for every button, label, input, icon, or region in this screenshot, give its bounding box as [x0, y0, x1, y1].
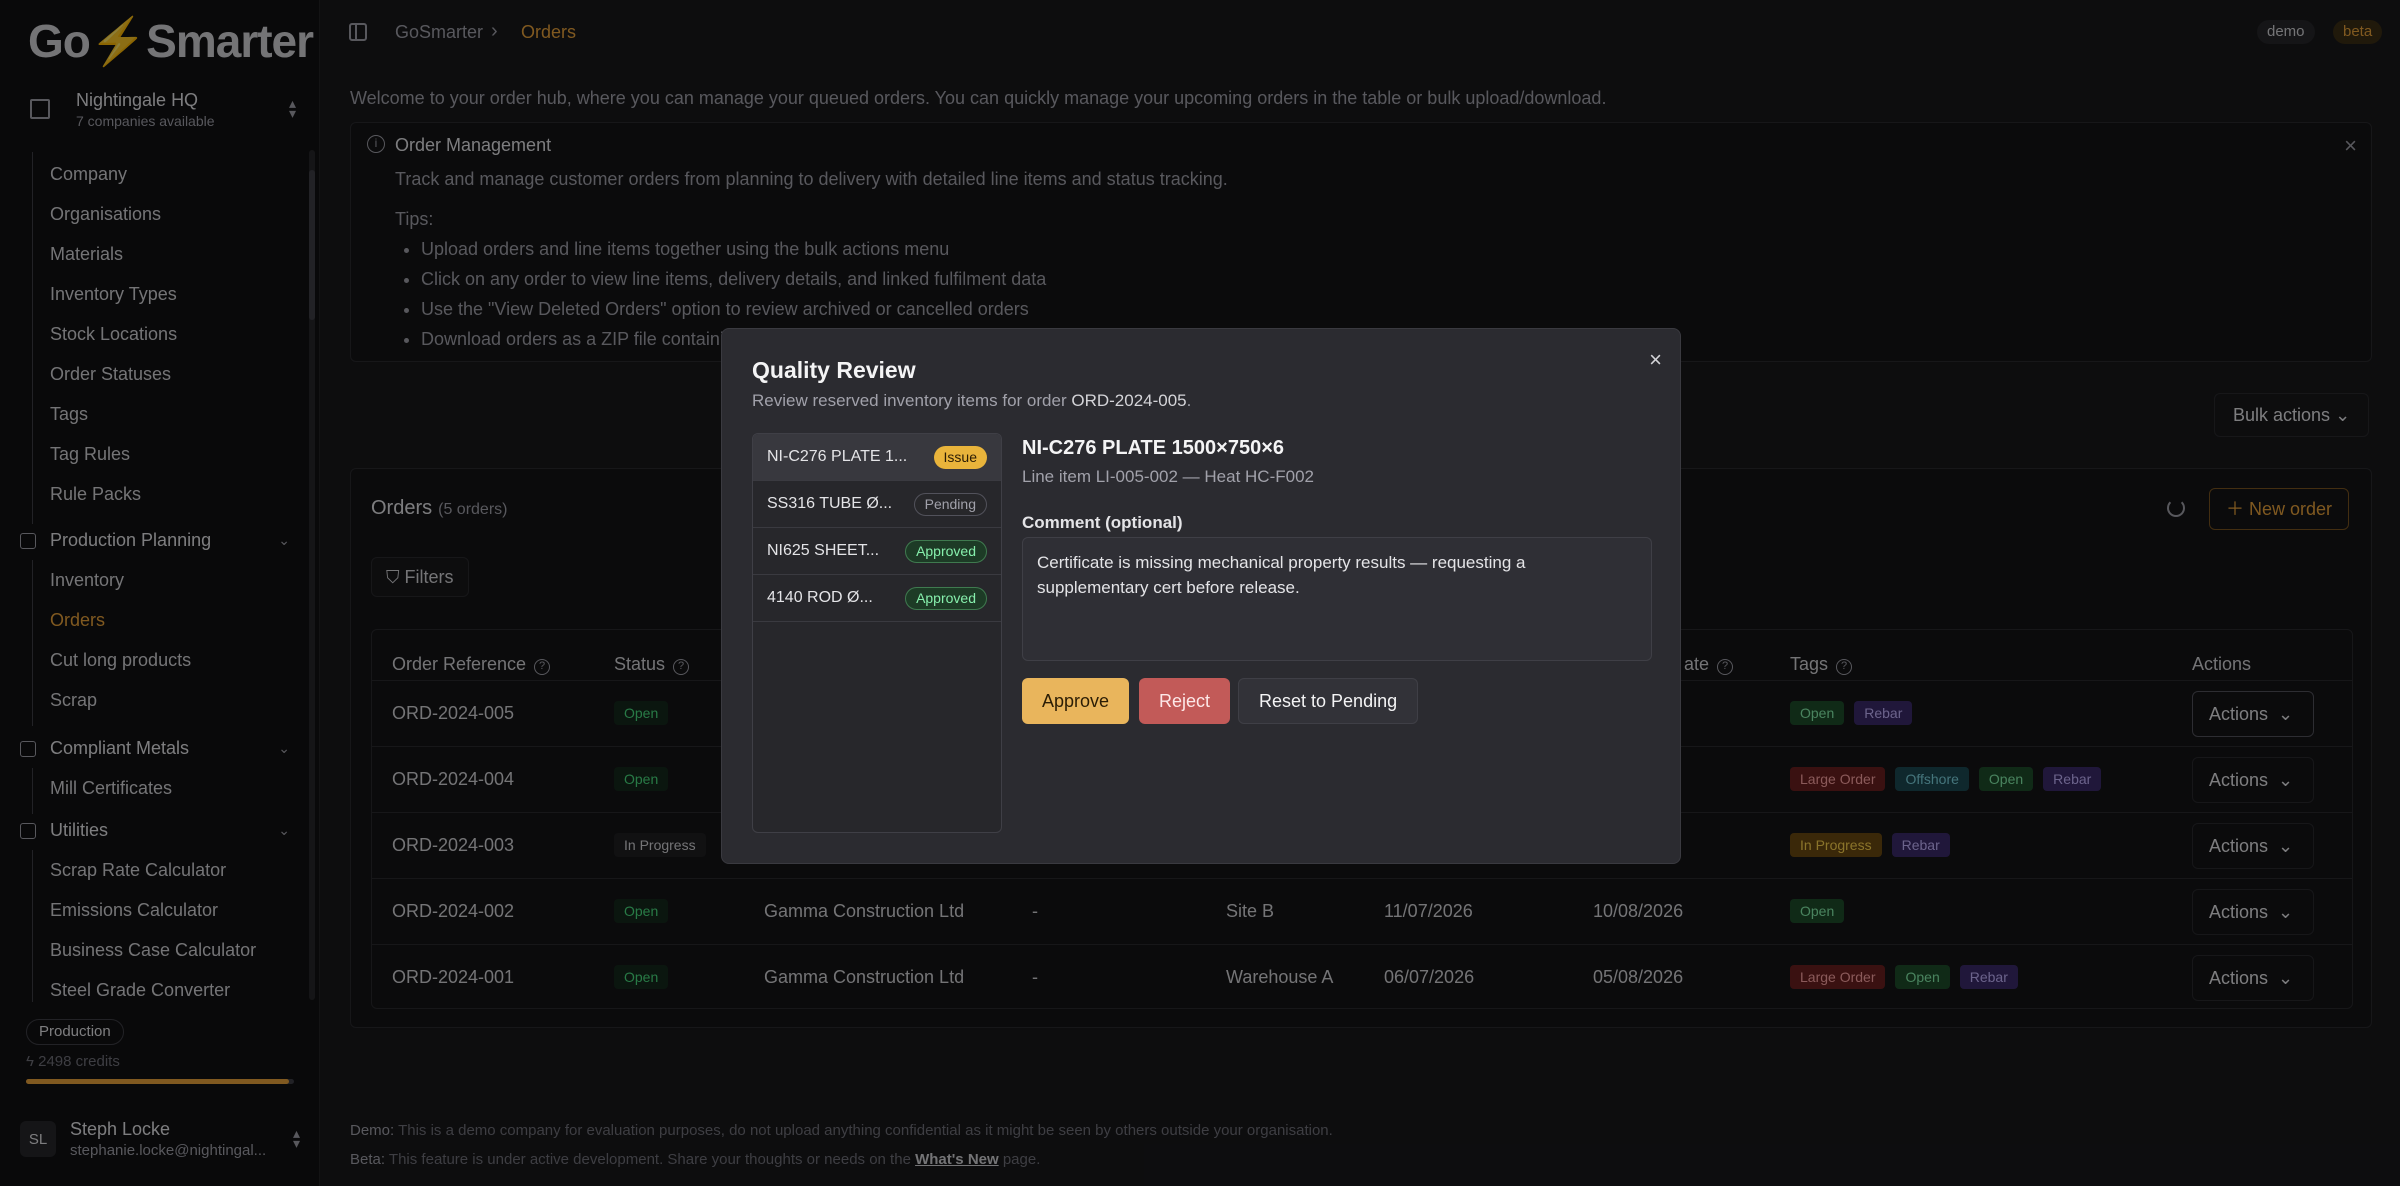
inventory-item-label: SS316 TUBE Ø...: [767, 495, 893, 512]
approve-button[interactable]: Approve: [1022, 678, 1130, 724]
dialog-title: Quality Review: [752, 357, 916, 383]
inventory-item[interactable]: SS316 TUBE Ø... Pending: [753, 481, 1001, 528]
item-detail-title: NI-C276 PLATE 1500×750×6: [1022, 437, 1285, 459]
inventory-item-label: NI-C276 PLATE 1...: [767, 448, 908, 465]
comment-textarea[interactable]: Certificate is missing mechanical proper…: [1022, 537, 1652, 661]
dialog-subtitle: Review reserved inventory items for orde…: [752, 391, 1192, 410]
reject-button[interactable]: Reject: [1139, 678, 1231, 724]
reset-to-pending-button[interactable]: Reset to Pending: [1238, 678, 1419, 724]
review-status-badge: Issue: [933, 446, 987, 469]
inventory-item-label: 4140 ROD Ø...: [767, 589, 873, 606]
inventory-item[interactable]: NI625 SHEET... Approved: [753, 528, 1001, 575]
close-icon[interactable]: ×: [1649, 347, 1662, 373]
review-status-badge: Approved: [905, 587, 987, 610]
inventory-item[interactable]: NI-C276 PLATE 1... Issue: [753, 434, 1001, 481]
inventory-item[interactable]: 4140 ROD Ø... Approved: [753, 575, 1001, 622]
comment-label: Comment (optional): [1022, 513, 1183, 532]
item-detail-subtitle: Line item LI-005-002 — Heat HC-F002: [1022, 467, 1314, 486]
quality-review-dialog: Quality Review Review reserved inventory…: [721, 328, 1681, 864]
review-status-badge: Pending: [913, 493, 987, 516]
review-status-badge: Approved: [905, 540, 987, 563]
inventory-item-label: NI625 SHEET...: [767, 542, 880, 559]
inventory-item-list: NI-C276 PLATE 1... Issue SS316 TUBE Ø... Pe…: [752, 433, 1002, 833]
